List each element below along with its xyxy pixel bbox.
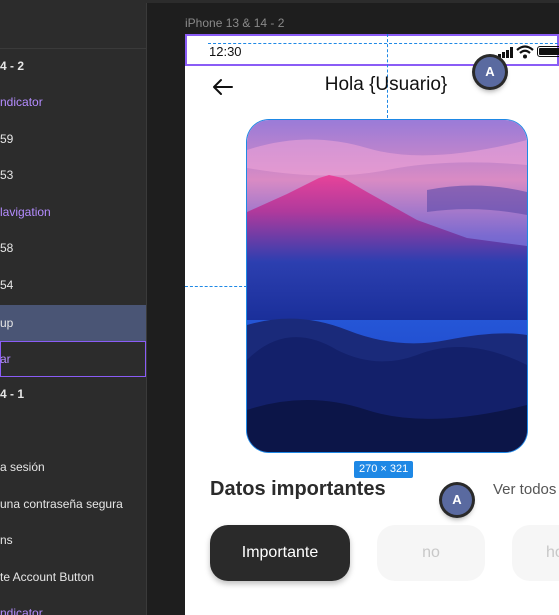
layer-item[interactable] xyxy=(0,412,146,448)
battery-icon xyxy=(537,46,559,57)
layers-panel-header xyxy=(0,0,146,49)
layer-item[interactable]: 54 xyxy=(0,267,146,303)
status-time: 12:30 xyxy=(209,44,242,59)
layer-item[interactable]: te Account Button xyxy=(0,559,146,595)
collaborator-avatar[interactable]: A xyxy=(471,57,505,91)
collaborator-avatar[interactable]: A xyxy=(438,485,472,519)
mountain-image xyxy=(247,120,527,452)
layer-item[interactable]: 53 xyxy=(0,157,146,193)
chip-important[interactable]: Importante xyxy=(210,525,350,581)
status-bar[interactable]: 12:30 xyxy=(185,34,559,66)
measure-guide-horizontal xyxy=(185,286,247,287)
phone-frame[interactable]: 12:30 Hola {Usuario} 270 × 321 Datos imp… xyxy=(185,34,559,615)
dimension-badge: 270 × 321 xyxy=(354,461,414,478)
frame-label[interactable]: iPhone 13 & 14 - 2 xyxy=(185,16,284,30)
wifi-icon xyxy=(516,45,534,59)
layer-item[interactable]: lavigation xyxy=(0,194,146,230)
layer-item[interactable]: ndicator xyxy=(0,84,146,120)
layer-item[interactable]: a sesión xyxy=(0,449,146,485)
layers-panel: 4 - 2 ndicator 59 53 lavigation 58 54 up… xyxy=(0,0,147,615)
chip-ho[interactable]: ho xyxy=(512,525,559,581)
layer-item[interactable]: 59 xyxy=(0,121,146,157)
hero-image[interactable] xyxy=(247,120,527,452)
layer-item[interactable]: 4 - 2 xyxy=(0,48,146,84)
layer-item[interactable]: 4 - 1 xyxy=(0,376,146,412)
canvas-top-border xyxy=(146,0,559,3)
layer-item[interactable]: una contraseña segura xyxy=(0,486,146,522)
see-all-link[interactable]: Ver todos xyxy=(493,481,556,498)
layer-item-hovered[interactable]: ar xyxy=(0,341,146,377)
layer-item-selected[interactable]: up xyxy=(0,305,146,341)
layer-item[interactable]: ndicator xyxy=(0,595,146,615)
chip-no[interactable]: no xyxy=(377,525,485,581)
signal-icon xyxy=(498,47,516,58)
section-title: Datos importantes xyxy=(210,478,386,500)
layer-item[interactable]: 58 xyxy=(0,230,146,266)
layer-item[interactable]: ns xyxy=(0,522,146,558)
